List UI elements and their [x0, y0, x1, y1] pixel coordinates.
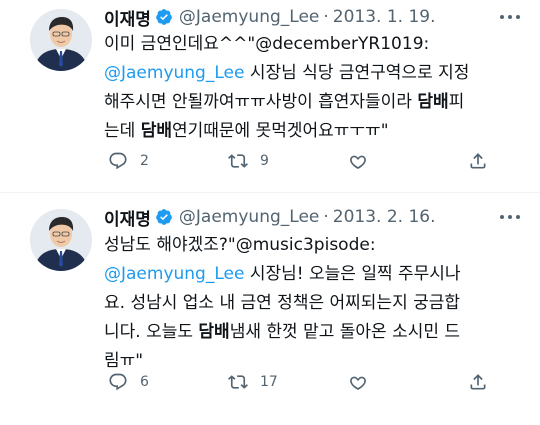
text-segment: 요. 성남시 업소 내 금연 정책은 어찌되는지 궁금합 — [104, 293, 461, 313]
text-segment: 시장님 식당 금연구역으로 지정 — [244, 63, 470, 83]
like-button[interactable] — [348, 151, 428, 171]
text-segment: 해주시면 안될까여ㅠㅠ사방이 흡연자들이라 — [104, 92, 418, 112]
separator: · — [323, 7, 329, 27]
tweet[interactable]: 이재명 @Jaemyung_Lee · 2013. 1. 19. 이미 금연인데… — [0, 0, 540, 192]
avatar[interactable] — [30, 9, 92, 71]
tweet-line: 는데 담배연기때문에 못먹겟어요ㅠㅜㅠ" — [104, 117, 526, 146]
verified-badge-icon — [156, 9, 172, 25]
highlighted-keyword: 담배 — [140, 121, 172, 141]
mention-link[interactable]: @Jaemyung_Lee — [104, 63, 244, 83]
tweet-actions: 2 9 — [108, 150, 500, 172]
share-upload-icon — [470, 374, 486, 390]
highlighted-keyword: 담배 — [417, 92, 449, 112]
reply-button[interactable]: 2 — [108, 151, 188, 171]
text-segment: 성남도 해야겠조?"@music3pisode: — [104, 235, 376, 255]
tweet-line: 해주시면 안될까여ㅠㅠ사방이 흡연자들이라 담배피 — [104, 88, 526, 117]
timeline: 이재명 @Jaemyung_Lee · 2013. 1. 19. 이미 금연인데… — [0, 0, 540, 425]
tweet[interactable]: 이재명 @Jaemyung_Lee · 2013. 2. 16. 성남도 해야겠… — [0, 192, 540, 425]
text-segment: 연기때문에 못먹겟어요ㅠㅜㅠ" — [171, 121, 389, 141]
tweet-actions: 6 17 — [108, 371, 500, 393]
tweet-line: 성남도 해야겠조?"@music3pisode: — [104, 231, 526, 260]
share-button[interactable] — [468, 372, 500, 392]
retweet-count: 9 — [260, 153, 269, 169]
heart-icon — [350, 155, 366, 169]
author-handle[interactable]: @Jaemyung_Lee — [179, 7, 319, 27]
tweet-line: @Jaemyung_Lee 시장님! 오늘은 일찍 주무시나 — [104, 260, 526, 289]
author-name[interactable]: 이재명 — [104, 205, 151, 230]
heart-icon — [350, 376, 366, 390]
retweet-count: 17 — [260, 374, 278, 390]
tweet-date[interactable]: 2013. 1. 19. — [333, 7, 436, 27]
reply-bubble-icon — [109, 152, 127, 170]
text-segment: 니다. 오늘도 — [104, 322, 199, 342]
tweet-header: 이재명 @Jaemyung_Lee · 2013. 2. 16. — [104, 205, 436, 230]
highlighted-keyword: 담배 — [198, 322, 230, 342]
verified-badge-icon — [156, 209, 172, 225]
tweet-header: 이재명 @Jaemyung_Lee · 2013. 1. 19. — [104, 5, 436, 30]
separator: · — [323, 207, 329, 227]
text-segment: 이미 금연인데요^^"@decemberYR1019: — [104, 34, 430, 54]
retweet-arrows-icon — [228, 375, 248, 389]
text-segment: 피 — [448, 92, 465, 112]
tweet-line: @Jaemyung_Lee 시장님 식당 금연구역으로 지정 — [104, 59, 526, 88]
share-upload-icon — [470, 153, 486, 169]
tweet-line: 요. 성남시 업소 내 금연 정책은 어찌되는지 궁금합 — [104, 289, 526, 318]
retweet-button[interactable]: 17 — [228, 372, 308, 392]
tweet-text: 성남도 해야겠조?"@music3pisode: @Jaemyung_Lee 시… — [104, 231, 526, 376]
text-segment: 냄새 한껏 맡고 돌아온 소시민 드 — [229, 322, 461, 342]
author-name[interactable]: 이재명 — [104, 5, 151, 30]
mention-link[interactable]: @Jaemyung_Lee — [104, 264, 244, 284]
reply-button[interactable]: 6 — [108, 372, 188, 392]
tweet-line: 니다. 오늘도 담배냄새 한껏 맡고 돌아온 소시민 드 — [104, 318, 526, 347]
avatar[interactable] — [30, 209, 92, 271]
reply-count: 6 — [140, 374, 149, 390]
share-button[interactable] — [468, 151, 500, 171]
reply-bubble-icon — [109, 373, 127, 391]
retweet-arrows-icon — [228, 154, 248, 168]
reply-count: 2 — [140, 153, 149, 169]
tweet-line: 이미 금연인데요^^"@decemberYR1019: — [104, 30, 526, 59]
like-button[interactable] — [348, 372, 428, 392]
author-handle[interactable]: @Jaemyung_Lee — [179, 207, 319, 227]
tweet-text: 이미 금연인데요^^"@decemberYR1019: @Jaemyung_Le… — [104, 30, 526, 146]
text-segment: 시장님! 오늘은 일찍 주무시나 — [244, 264, 461, 284]
avatar-portrait — [30, 209, 92, 271]
tweet-date[interactable]: 2013. 2. 16. — [333, 207, 436, 227]
retweet-button[interactable]: 9 — [228, 151, 308, 171]
more-dots-icon[interactable] — [500, 214, 520, 220]
text-segment: 는데 — [104, 121, 141, 141]
avatar-portrait — [30, 9, 92, 71]
more-dots-icon[interactable] — [500, 14, 520, 20]
text-segment: 림ㅠ" — [104, 351, 144, 371]
